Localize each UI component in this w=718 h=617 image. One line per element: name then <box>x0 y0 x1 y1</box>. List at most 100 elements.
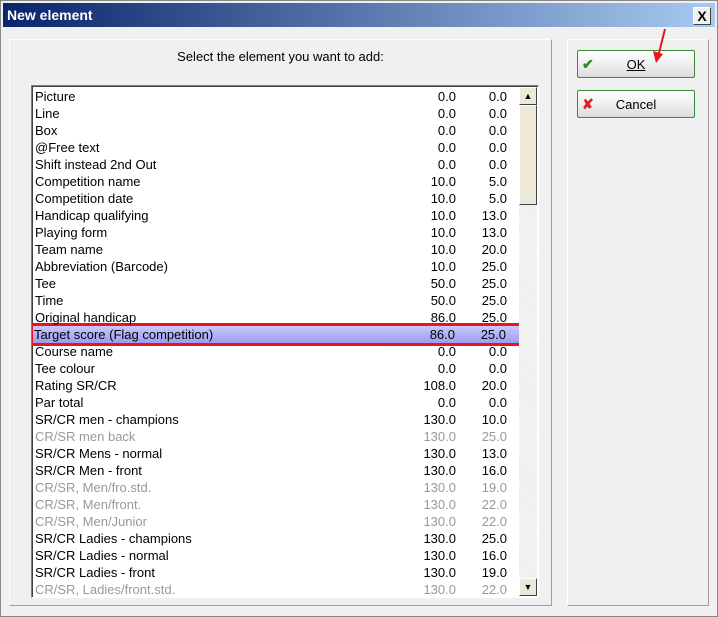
close-button[interactable]: X <box>693 7 711 25</box>
list-item[interactable]: Rating SR/CR 108.0 20.0 <box>34 377 520 394</box>
list-item[interactable]: SR/CR Mens - normal 130.0 13.0 <box>34 445 520 462</box>
item-value-1: 0.0 <box>437 157 456 172</box>
annotation-arrow-icon <box>653 29 666 63</box>
item-value-2: 25.0 <box>481 429 507 444</box>
item-value-1: 10.0 <box>430 174 456 189</box>
vertical-scrollbar[interactable]: ▲ ▼ <box>519 87 537 596</box>
list-item[interactable]: CR/SR, Men/front. 130.0 22.0 <box>34 496 520 513</box>
item-value-1: 0.0 <box>437 140 456 155</box>
list-item[interactable]: @Free text 0.0 0.0 <box>34 139 520 156</box>
list-item[interactable]: Handicap qualifying 10.0 13.0 <box>34 207 520 224</box>
element-list[interactable]: CR/SR, Ladies/front.std. 130.0 22.0 SR/CR L… <box>31 85 539 598</box>
window-title: New element <box>7 7 93 23</box>
item-value-1: 130.0 <box>423 412 456 427</box>
list-item[interactable]: CR/SR men back 130.0 25.0 <box>34 428 520 445</box>
scroll-up-icon[interactable]: ▲ <box>519 87 537 105</box>
item-value-1: 130.0 <box>423 446 456 461</box>
item-name: Target score (Flag competition) <box>34 327 214 342</box>
list-item[interactable]: Tee colour 0.0 0.0 <box>34 360 520 377</box>
list-item[interactable]: Par total 0.0 0.0 <box>34 394 520 411</box>
scroll-down-icon[interactable]: ▼ <box>519 578 537 596</box>
item-value-2: 25.0 <box>481 531 507 546</box>
item-value-1: 10.0 <box>430 191 456 206</box>
list-item[interactable]: Team name 10.0 20.0 <box>34 241 520 258</box>
list-item[interactable]: Original handicap 86.0 25.0 <box>34 309 520 326</box>
ok-label: OK <box>626 57 646 72</box>
list-item[interactable]: Course name 0.0 0.0 <box>34 343 520 360</box>
ok-button[interactable]: ✔ OK <box>577 50 695 78</box>
item-value-1: 10.0 <box>430 208 456 223</box>
list-item[interactable]: Box 0.0 0.0 <box>34 122 520 139</box>
item-value-1: 10.0 <box>430 259 456 274</box>
item-value-1: 130.0 <box>423 514 456 529</box>
list-item[interactable]: CR/SR, Ladies/front.std. 130.0 22.0 <box>34 581 520 597</box>
list-item[interactable]: SR/CR Ladies - normal 130.0 16.0 <box>34 547 520 564</box>
element-panel: Select the element you want to add: CR/S… <box>9 39 552 606</box>
list-item[interactable]: Abbreviation (Barcode) 10.0 25.0 <box>34 258 520 275</box>
item-value-2: 25.0 <box>481 310 507 325</box>
item-value-2: 22.0 <box>481 497 507 512</box>
item-name: Handicap qualifying <box>35 208 149 223</box>
item-value-2: 10.0 <box>481 412 507 427</box>
list-item[interactable]: Time 50.0 25.0 <box>34 292 520 309</box>
item-value-2: 20.0 <box>481 378 507 393</box>
list-item[interactable]: SR/CR men - champions 130.0 10.0 <box>34 411 520 428</box>
list-item[interactable]: SR/CR Ladies - champions 130.0 25.0 <box>34 530 520 547</box>
item-value-1: 130.0 <box>423 429 456 444</box>
item-value-2: 25.0 <box>481 293 507 308</box>
item-name: CR/SR, Men/Junior <box>35 514 147 529</box>
item-value-2: 0.0 <box>488 123 507 138</box>
item-name: Original handicap <box>35 310 137 325</box>
list-item[interactable]: Line 0.0 0.0 <box>34 105 520 122</box>
button-panel: ✔ OK ✘ Cancel <box>567 39 709 606</box>
list-item[interactable]: CR/SR, Men/fro.std. 130.0 19.0 <box>34 479 520 496</box>
item-value-2: 25.0 <box>481 276 507 291</box>
list-item[interactable]: CR/SR, Men/Junior 130.0 22.0 <box>34 513 520 530</box>
item-value-2: 0.0 <box>488 361 507 376</box>
item-value-1: 86.0 <box>429 327 455 342</box>
item-value-2: 0.0 <box>488 106 507 121</box>
list-item-selected[interactable]: Target score (Flag competition) 86.0 25.0 <box>32 323 522 346</box>
item-value-2: 13.0 <box>481 446 507 461</box>
item-value-2: 5.0 <box>488 191 507 206</box>
new-element-dialog: New element X Select the element you wan… <box>0 0 718 617</box>
cancel-button[interactable]: ✘ Cancel <box>577 90 695 118</box>
list-item[interactable]: SR/CR Ladies - front 130.0 19.0 <box>34 564 520 581</box>
item-name: CR/SR, Men/front. <box>35 497 142 512</box>
item-value-2: 25.0 <box>480 327 506 342</box>
item-value-1: 130.0 <box>423 531 456 546</box>
list-item[interactable]: Tee 50.0 25.0 <box>34 275 520 292</box>
item-name: @Free text <box>35 140 100 155</box>
item-name: Course name <box>35 344 114 359</box>
item-value-1: 50.0 <box>430 293 456 308</box>
item-value-2: 13.0 <box>481 225 507 240</box>
item-name: SR/CR Ladies - champions <box>35 531 192 546</box>
item-value-1: 130.0 <box>423 497 456 512</box>
item-name: CR/SR, Men/fro.std. <box>35 480 152 495</box>
item-value-2: 0.0 <box>488 157 507 172</box>
item-name: Competition date <box>35 191 134 206</box>
item-name: Tee colour <box>35 361 95 376</box>
item-name: Abbreviation (Barcode) <box>35 259 168 274</box>
scrollbar-thumb[interactable] <box>519 105 537 205</box>
list-item[interactable]: Shift instead 2nd Out 0.0 0.0 <box>34 156 520 173</box>
item-value-2: 22.0 <box>481 582 507 597</box>
item-value-1: 0.0 <box>437 344 456 359</box>
cancel-label: Cancel <box>615 97 657 112</box>
item-name: Picture <box>35 89 76 104</box>
list-item[interactable]: SR/CR Men - front 130.0 16.0 <box>34 462 520 479</box>
list-item[interactable]: Competition name 10.0 5.0 <box>34 173 520 190</box>
item-value-1: 10.0 <box>430 242 456 257</box>
item-value-1: 130.0 <box>423 582 456 597</box>
item-value-2: 20.0 <box>481 242 507 257</box>
item-name: Rating SR/CR <box>35 378 117 393</box>
item-value-1: 0.0 <box>437 106 456 121</box>
list-item[interactable]: Playing form 10.0 13.0 <box>34 224 520 241</box>
item-name: SR/CR Men - front <box>35 463 142 478</box>
item-name: Par total <box>35 395 84 410</box>
item-value-2: 22.0 <box>481 514 507 529</box>
item-name: Box <box>35 123 58 138</box>
list-item[interactable]: Picture 0.0 0.0 <box>34 88 520 105</box>
list-item[interactable]: Competition date 10.0 5.0 <box>34 190 520 207</box>
prompt-label: Select the element you want to add: <box>177 49 384 64</box>
